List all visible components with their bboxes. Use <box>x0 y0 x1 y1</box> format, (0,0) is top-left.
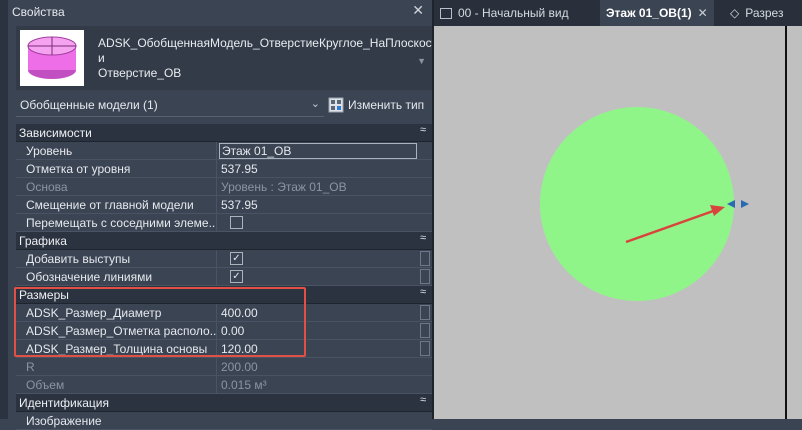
property-value: 200.00 <box>221 360 258 374</box>
property-value[interactable]: 537.95 <box>221 162 258 176</box>
line-symbol-checkbox[interactable]: ✓ <box>230 270 243 283</box>
property-row: R 200.00 <box>16 358 432 376</box>
collapse-icon[interactable]: ≈ <box>420 232 426 244</box>
column-divider <box>216 196 217 213</box>
associate-parameter-button[interactable] <box>420 251 430 266</box>
column-divider <box>216 214 217 231</box>
level-field[interactable]: Этаж 01_ОВ <box>219 143 417 159</box>
edit-type-button[interactable]: Изменить тип <box>326 95 432 116</box>
column-divider <box>216 160 217 177</box>
property-row[interactable]: Перемещать с соседними элеме... <box>16 214 432 232</box>
column-divider <box>216 178 217 195</box>
group-header-identity[interactable]: Идентификация ≈ <box>16 394 432 412</box>
type-name-line: и <box>98 51 105 65</box>
associate-parameter-button[interactable] <box>420 305 430 320</box>
edit-type-icon <box>328 97 344 113</box>
column-divider <box>216 358 217 375</box>
group-label: Зависимости <box>19 126 92 140</box>
property-name: Изображение <box>26 414 102 428</box>
drawing-canvas <box>540 107 749 301</box>
highlight-annotation-box <box>14 287 306 357</box>
properties-titlebar: Свойства ✕ <box>8 0 432 25</box>
column-divider <box>216 376 217 393</box>
column-divider <box>216 250 217 267</box>
edit-type-label: Изменить тип <box>348 98 425 112</box>
property-value: Уровень : Этаж 01_ОВ <box>221 180 347 194</box>
collapse-icon[interactable]: ≈ <box>420 286 426 298</box>
collapse-icon[interactable]: ≈ <box>420 124 426 136</box>
property-name: Добавить выступы <box>26 252 131 266</box>
type-selector[interactable]: ADSK_ОбобщеннаяМодель_ОтверстиеКруглое_Н… <box>16 26 438 90</box>
collapse-icon[interactable]: ≈ <box>420 394 426 406</box>
property-row: Объем 0.015 м³ <box>16 376 432 394</box>
property-row[interactable]: Изображение <box>16 412 432 430</box>
group-header-constraints[interactable]: Зависимости ≈ <box>16 124 432 142</box>
column-divider <box>216 142 217 159</box>
property-name: Перемещать с соседними элеме... <box>26 216 216 230</box>
property-row[interactable]: Уровень Этаж 01_ОВ <box>16 142 432 160</box>
property-value: Этаж 01_ОВ <box>222 144 292 158</box>
chevron-down-icon[interactable]: ⌄ <box>311 97 320 110</box>
property-row[interactable]: Смещение от главной модели 537.95 <box>16 196 432 214</box>
property-row: Основа Уровень : Этаж 01_ОВ <box>16 178 432 196</box>
drawing-view[interactable]: 00 - Начальный вид Этаж 01_ОВ(1) ✕ ◇ Разре… <box>434 0 802 419</box>
property-value[interactable]: 537.95 <box>221 198 258 212</box>
property-name: R <box>26 360 35 374</box>
associate-parameter-button[interactable] <box>420 269 430 284</box>
family-preview-image <box>20 30 84 86</box>
type-name-line: ADSK_ОбобщеннаяМодель_ОтверстиеКруглое_Н… <box>98 36 438 50</box>
property-row[interactable]: Добавить выступы ✓ <box>16 250 432 268</box>
associate-parameter-button[interactable] <box>420 341 430 356</box>
property-name: Объем <box>26 378 65 392</box>
type-name: ADSK_ОбобщеннаяМодель_ОтверстиеКруглое_Н… <box>98 36 438 81</box>
property-row[interactable]: Отметка от уровня 537.95 <box>16 160 432 178</box>
property-value: 0.015 м³ <box>221 378 267 392</box>
associate-parameter-button[interactable] <box>420 323 430 338</box>
grip-right-icon[interactable] <box>741 200 749 208</box>
instance-filter-dropdown[interactable]: Обобщенные модели (1) ⌄ <box>16 95 324 117</box>
opening-circle[interactable] <box>540 107 734 301</box>
property-name: Основа <box>26 180 68 194</box>
dropdown-arrow-icon[interactable]: ▼ <box>417 56 426 66</box>
property-name: Уровень <box>26 144 73 158</box>
property-name: Обозначение линиями <box>26 270 153 284</box>
property-row[interactable]: Обозначение линиями ✓ <box>16 268 432 286</box>
property-name: Смещение от главной модели <box>26 198 194 212</box>
column-divider <box>216 268 217 285</box>
panel-title: Свойства <box>12 5 65 19</box>
close-icon[interactable]: ✕ <box>412 2 424 19</box>
move-with-nearby-checkbox[interactable] <box>230 216 243 229</box>
add-projections-checkbox[interactable]: ✓ <box>230 252 243 265</box>
instance-filter-value: Обобщенные модели (1) <box>20 98 158 112</box>
group-label: Идентификация <box>19 396 109 410</box>
property-name: Отметка от уровня <box>26 162 131 176</box>
group-label: Графика <box>19 234 67 248</box>
group-header-graphics[interactable]: Графика ≈ <box>16 232 432 250</box>
type-name-line: Отверстие_ОВ <box>98 66 182 80</box>
properties-grid: Зависимости ≈ Уровень Этаж 01_ОВ Отметка… <box>16 124 432 430</box>
properties-panel: Свойства ✕ ADSK_ОбобщеннаяМодель_Отверст… <box>8 0 438 430</box>
